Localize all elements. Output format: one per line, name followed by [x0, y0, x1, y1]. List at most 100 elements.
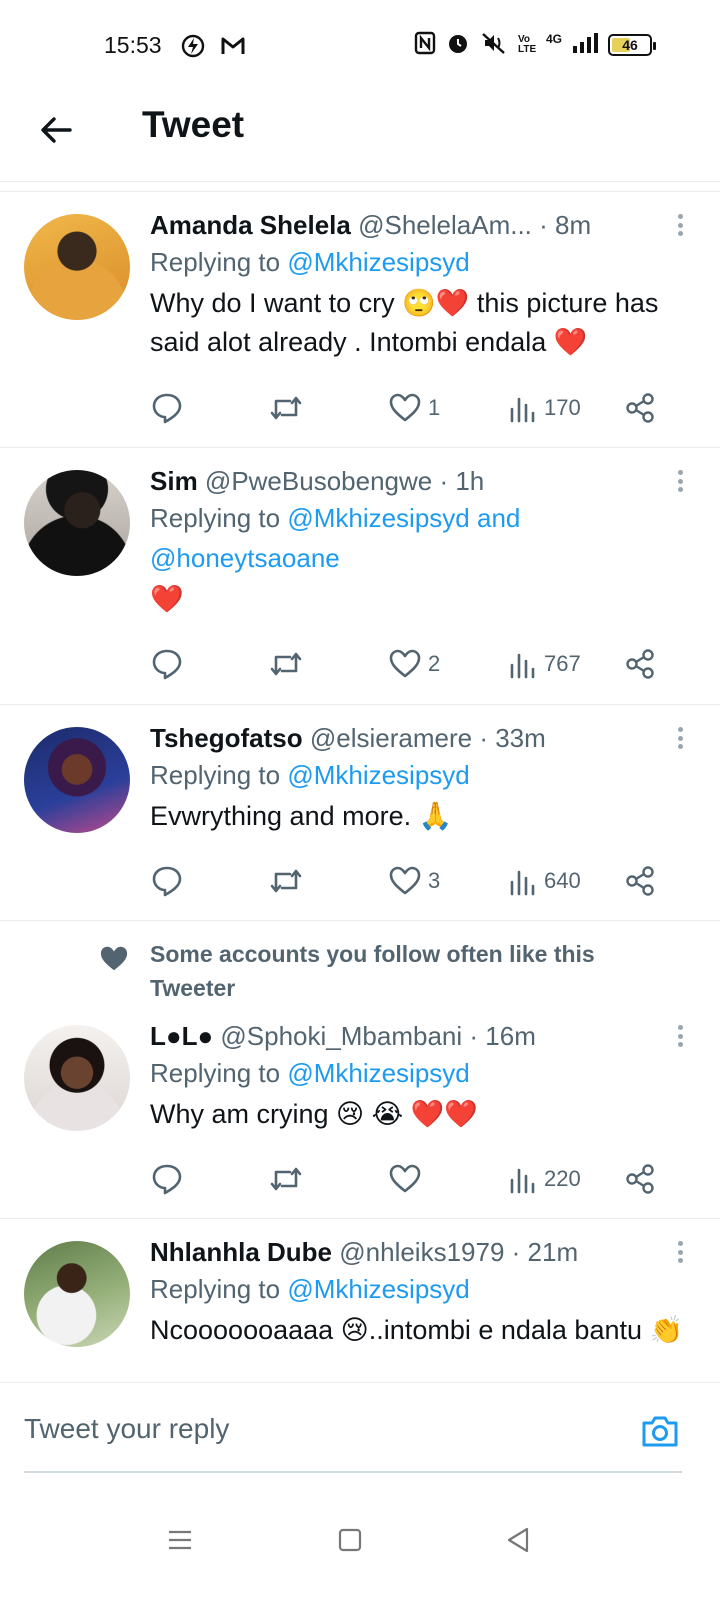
- retweet-button[interactable]: [268, 1159, 304, 1199]
- tweet-item[interactable]: Sim @PweBusobengwe · 1h Replying to @Mkh…: [0, 448, 720, 705]
- views-button[interactable]: 640: [508, 861, 581, 901]
- avatar[interactable]: [24, 1241, 130, 1347]
- comment-icon: [152, 1164, 182, 1195]
- avatar[interactable]: [24, 727, 130, 833]
- system-nav-bar: [0, 1490, 720, 1600]
- tweet-author-name[interactable]: Sim: [150, 466, 198, 496]
- nfc-icon: [414, 31, 436, 59]
- tweet-actions: 1 170: [150, 388, 670, 428]
- tweet-author-name[interactable]: Tshegofatso: [150, 723, 303, 753]
- heart-icon: [389, 393, 421, 422]
- tweet-item[interactable]: Tshegofatso @elsieramere · 33m Replying …: [0, 705, 720, 921]
- replying-label: Replying to: [150, 1058, 281, 1088]
- reply-button[interactable]: [150, 861, 184, 901]
- retweet-icon: [270, 869, 302, 893]
- home-nav-button[interactable]: [330, 1520, 370, 1560]
- heart-icon: [389, 649, 421, 678]
- retweet-icon: [270, 396, 302, 420]
- gmail-icon: [220, 35, 246, 62]
- retweet-button[interactable]: [268, 644, 304, 684]
- arrow-left-icon: [41, 117, 72, 143]
- menu-nav-button[interactable]: [160, 1520, 200, 1560]
- tweet-author-name[interactable]: Amanda Shelela: [150, 210, 351, 240]
- camera-button[interactable]: [640, 1413, 680, 1454]
- bar-chart-icon: [510, 1168, 535, 1194]
- retweet-icon: [270, 1167, 302, 1191]
- views-button[interactable]: 220: [508, 1159, 581, 1199]
- mention-link[interactable]: @Mkhizesipsyd: [287, 247, 469, 277]
- share-icon: [626, 649, 654, 679]
- retweet-icon: [270, 652, 302, 676]
- heart-icon: [389, 866, 421, 895]
- divider: [0, 182, 720, 192]
- tweet-item[interactable]: Nhlanhla Dube @nhleiks1979 · 21m Replyin…: [0, 1219, 720, 1382]
- network-label: 4G: [545, 32, 562, 46]
- avatar[interactable]: [24, 470, 130, 576]
- reply-button[interactable]: [150, 1159, 184, 1199]
- avatar[interactable]: [24, 1025, 130, 1131]
- triangle-back-icon: [507, 1527, 529, 1553]
- views-button[interactable]: 767: [508, 644, 581, 684]
- battery-indicator: 46: [608, 34, 656, 56]
- retweet-button[interactable]: [268, 861, 304, 901]
- status-time: 15:53: [104, 32, 162, 58]
- replying-label: Replying to: [150, 503, 281, 533]
- like-button[interactable]: [388, 1159, 428, 1199]
- share-button[interactable]: [624, 1159, 656, 1199]
- reply-button[interactable]: [150, 388, 184, 428]
- share-button[interactable]: [624, 388, 656, 428]
- reply-underline: [24, 1471, 682, 1473]
- mention-link[interactable]: @Mkhizesipsyd: [287, 760, 469, 790]
- like-count: 2: [428, 651, 441, 676]
- header: Tweet: [0, 90, 720, 182]
- like-button[interactable]: 2: [388, 644, 440, 684]
- more-options-button[interactable]: [670, 1021, 690, 1051]
- retweet-button[interactable]: [268, 388, 304, 428]
- camera-icon: [642, 1416, 678, 1447]
- tweet-actions: 3 640: [150, 861, 670, 901]
- tweet-actions: 2 767: [150, 644, 670, 684]
- tweet-author-handle[interactable]: @Sphoki_Mbambani: [220, 1021, 462, 1051]
- avatar[interactable]: [24, 214, 130, 320]
- reply-feed[interactable]: Amanda Shelela @ShelelaAm... · 8m Replyi…: [0, 192, 720, 1382]
- tweet-text: Ncooooooaaaa 😢..intombi e ndala bantu 👏: [150, 1315, 684, 1345]
- view-count: 220: [544, 1166, 581, 1191]
- more-options-button[interactable]: [670, 466, 690, 496]
- tweet-text: Why do I want to cry 🙄❤️ this picture ha…: [150, 288, 659, 357]
- tweet-item[interactable]: L●L● @Sphoki_Mbambani · 16m Replying to …: [0, 1017, 720, 1219]
- status-bar: 15:53 Vo LTE 4G 46: [0, 0, 720, 90]
- more-options-button[interactable]: [670, 1237, 690, 1267]
- share-icon: [626, 393, 654, 423]
- back-button[interactable]: [34, 108, 78, 152]
- tweet-author-name[interactable]: Nhlanhla Dube: [150, 1237, 332, 1267]
- comment-icon: [152, 393, 182, 424]
- tweet-author-handle[interactable]: @nhleiks1979: [339, 1237, 504, 1267]
- view-count: 640: [544, 868, 581, 893]
- reply-button[interactable]: [150, 644, 184, 684]
- back-nav-button[interactable]: [498, 1520, 538, 1560]
- share-button[interactable]: [624, 644, 656, 684]
- like-button[interactable]: 1: [388, 388, 440, 428]
- mention-link[interactable]: @Mkhizesipsyd: [287, 1274, 469, 1304]
- tweet-author-handle[interactable]: @ShelelaAm...: [358, 210, 532, 240]
- volte-label: Vo LTE: [517, 34, 537, 55]
- reply-input[interactable]: Tweet your reply: [24, 1413, 229, 1445]
- tweet-actions: 220: [150, 1159, 670, 1199]
- replying-label: Replying to: [150, 247, 281, 277]
- comment-icon: [152, 649, 182, 680]
- page-title: Tweet: [142, 104, 245, 145]
- more-options-button[interactable]: [670, 723, 690, 753]
- like-button[interactable]: 3: [388, 861, 440, 901]
- bar-chart-icon: [510, 397, 535, 423]
- tweet-author-handle[interactable]: @PweBusobengwe: [205, 466, 432, 496]
- tweet-text: ❤️: [150, 584, 184, 614]
- tweet-item[interactable]: Amanda Shelela @ShelelaAm... · 8m Replyi…: [0, 192, 720, 448]
- tweet-author-handle[interactable]: @elsieramere: [310, 723, 472, 753]
- views-button[interactable]: 170: [508, 388, 581, 428]
- more-options-button[interactable]: [670, 210, 690, 240]
- signal-icon: [572, 32, 598, 58]
- charging-bolt-icon: [180, 33, 206, 64]
- tweet-author-name[interactable]: L●L●: [150, 1021, 213, 1051]
- mention-link[interactable]: @Mkhizesipsyd: [287, 1058, 469, 1088]
- share-button[interactable]: [624, 861, 656, 901]
